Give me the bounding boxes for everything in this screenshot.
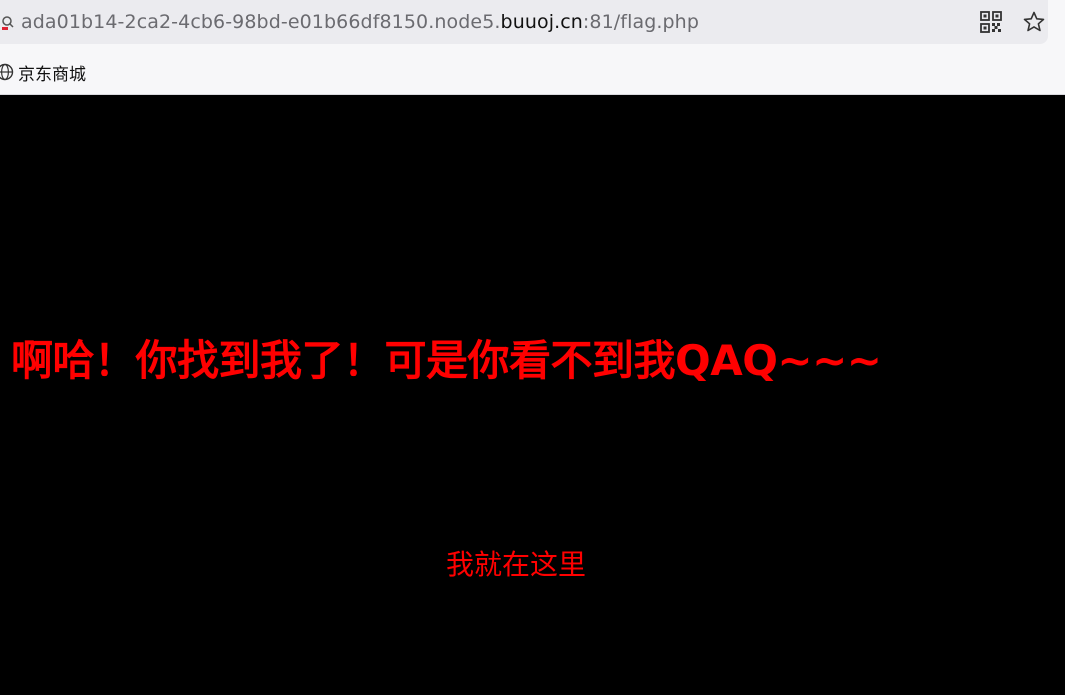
star-icon <box>1023 11 1045 32</box>
page-hint: 我就在这里 <box>445 548 586 581</box>
bookmark-label: 京东商城 <box>18 64 86 85</box>
page-content: 啊哈！你找到我了！可是你看不到我QAQ~~~ 我就在这里 <box>0 95 1065 695</box>
qr-code-icon <box>980 11 1002 33</box>
bookmark-item-jd[interactable]: 京东商城 <box>0 56 86 88</box>
site-info-icon[interactable] <box>2 14 16 30</box>
globe-icon <box>0 63 14 81</box>
url-text[interactable]: ada01b14-2ca2-4cb6-98bd-e01b66df8150.nod… <box>21 10 699 34</box>
qr-code-button[interactable] <box>978 9 1004 35</box>
bookmark-star-button[interactable] <box>1021 9 1047 35</box>
page-headline: 啊哈！你找到我了！可是你看不到我QAQ~~~ <box>11 336 882 385</box>
url-prefix: ada01b14-2ca2-4cb6-98bd-e01b66df8150.nod… <box>21 11 501 33</box>
address-bar[interactable]: ada01b14-2ca2-4cb6-98bd-e01b66df8150.nod… <box>0 0 1048 44</box>
url-domain: buuoj.cn <box>500 11 583 33</box>
url-suffix: :81/flag.php <box>582 11 699 33</box>
browser-chrome: ada01b14-2ca2-4cb6-98bd-e01b66df8150.nod… <box>0 0 1065 95</box>
